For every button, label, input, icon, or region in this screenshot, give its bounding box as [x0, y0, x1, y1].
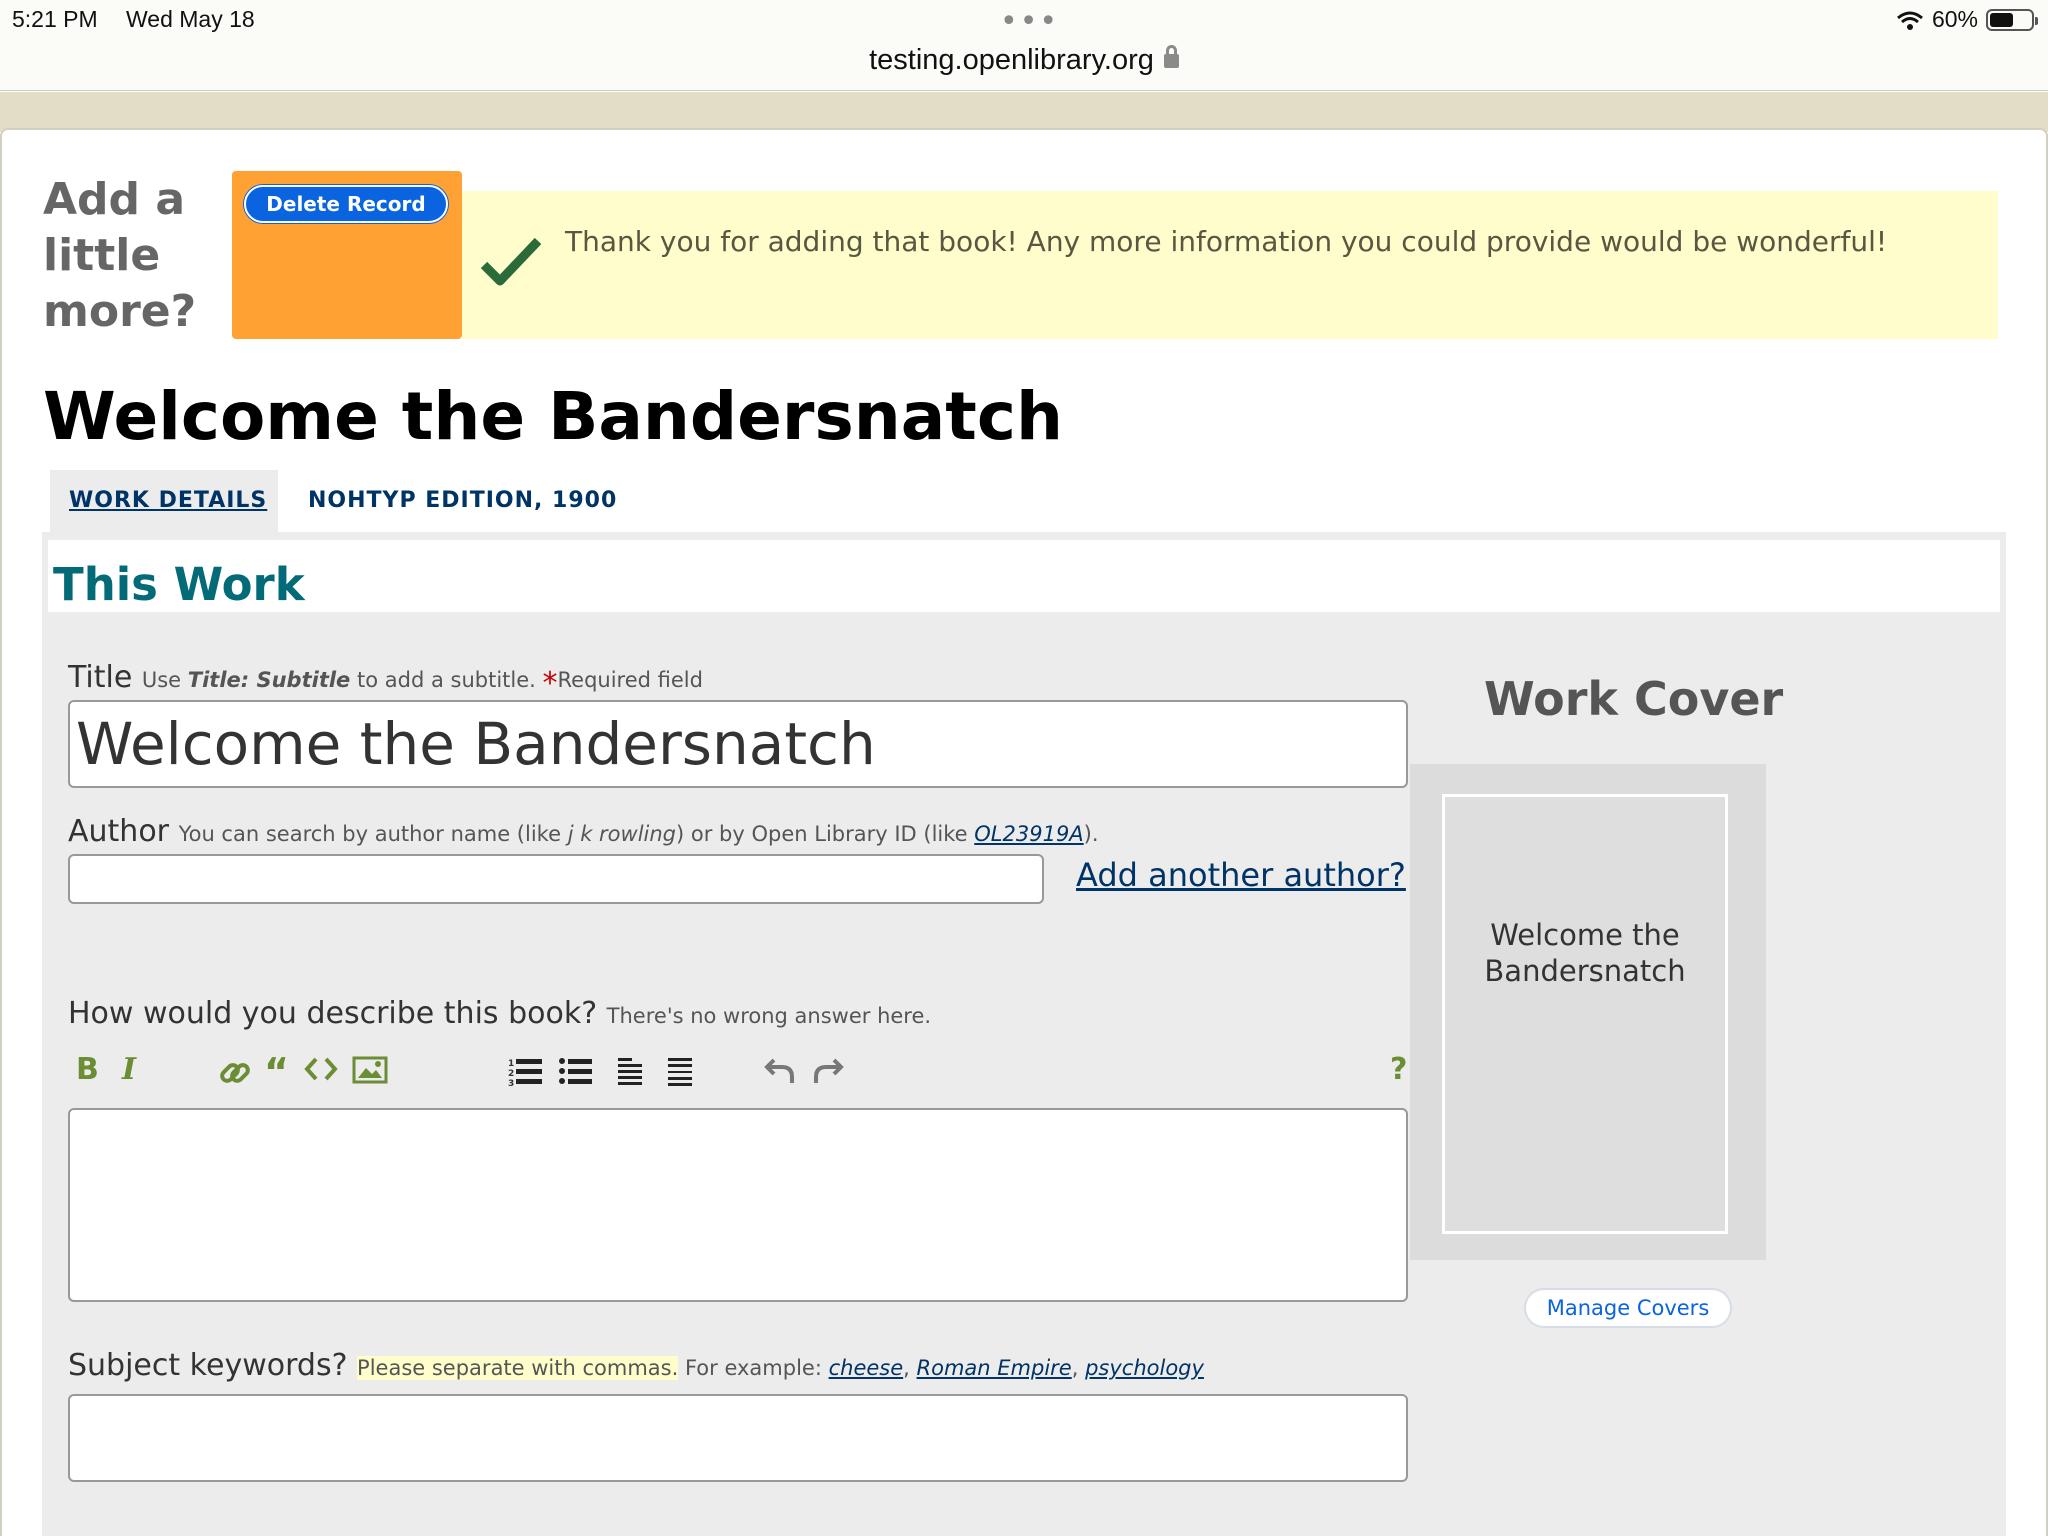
delete-record-button[interactable]: Delete Record: [244, 185, 448, 223]
status-date: Wed May 18: [126, 6, 255, 32]
subject-keywords-input[interactable]: [68, 1394, 1408, 1482]
undo-icon[interactable]: [764, 1056, 796, 1086]
description-hint: There's no wrong answer here.: [606, 1004, 932, 1028]
tab-edition[interactable]: NOHTYP EDITION, 1900: [308, 488, 617, 513]
checkmark-icon: [480, 235, 544, 295]
link-icon[interactable]: [218, 1056, 252, 1090]
author-id-example-link[interactable]: OL23919A: [974, 822, 1083, 846]
title-input-value: Welcome the Bandersnatch: [76, 710, 876, 778]
address-bar[interactable]: testing.openlibrary.org: [0, 44, 2048, 77]
lock-icon: [1163, 45, 1179, 68]
author-label-row: Author You can search by author name (li…: [68, 814, 1099, 849]
site-header-strip: [0, 92, 2048, 132]
required-text: Required field: [557, 668, 703, 692]
page-title: Welcome the Bandersnatch: [43, 378, 1063, 455]
redo-icon[interactable]: [812, 1056, 844, 1086]
subject-label: Subject keywords?: [68, 1348, 348, 1383]
bullet-list-icon[interactable]: [558, 1056, 594, 1088]
status-time: 5:21 PM: [12, 6, 98, 32]
heading-icon[interactable]: [616, 1056, 644, 1088]
svg-text:2: 2: [508, 1069, 514, 1079]
more-dots-icon[interactable]: •••: [1000, 4, 1059, 39]
subject-example-roman-empire[interactable]: Roman Empire: [917, 1356, 1072, 1380]
cover-frame: Welcome the Bandersnatch: [1410, 764, 1766, 1260]
browser-status-bar: 5:21 PM Wed May 18 ••• testing.openlibra…: [0, 0, 2048, 91]
url-text: testing.openlibrary.org: [869, 44, 1154, 76]
ordered-list-icon[interactable]: 123: [508, 1056, 544, 1088]
author-search-input[interactable]: [68, 854, 1044, 904]
description-textarea[interactable]: [68, 1108, 1408, 1302]
section-header: This Work: [48, 540, 2000, 612]
subject-example-psychology[interactable]: psychology: [1085, 1356, 1204, 1380]
admin-box: Delete Record: [232, 171, 462, 339]
add-author-link[interactable]: Add another author?: [1076, 856, 1406, 894]
description-label: How would you describe this book?: [68, 996, 598, 1031]
battery-percent: 60%: [1931, 6, 1978, 32]
description-label-row: How would you describe this book? There'…: [68, 996, 931, 1031]
flash-message: Thank you for adding that book! Any more…: [462, 191, 1998, 339]
subject-label-row: Subject keywords? Please separate with c…: [68, 1348, 1204, 1383]
section-title: This Work: [53, 558, 305, 611]
cover-placeholder[interactable]: Welcome the Bandersnatch: [1442, 794, 1728, 1234]
subject-hint: Please separate with commas. For example…: [357, 1356, 1204, 1380]
battery-icon: [1986, 8, 2038, 31]
add-more-heading: Add a little more?: [43, 174, 197, 337]
title-label: Title: [68, 660, 133, 695]
required-asterisk: *: [542, 666, 558, 701]
svg-text:3: 3: [508, 1079, 514, 1088]
quote-icon[interactable]: “: [264, 1050, 289, 1094]
author-label: Author: [68, 814, 170, 849]
help-icon[interactable]: ?: [1390, 1052, 1407, 1087]
cover-placeholder-text: Welcome the Bandersnatch: [1484, 918, 1686, 988]
title-hint: Use Title: Subtitle to add a subtitle.: [141, 668, 536, 692]
flash-text: Thank you for adding that book! Any more…: [565, 225, 1888, 258]
svg-text:1: 1: [508, 1059, 514, 1069]
wifi-icon: [1896, 10, 1924, 30]
status-right: 60%: [1896, 6, 2038, 33]
bold-icon[interactable]: B: [76, 1052, 99, 1087]
work-cover-heading: Work Cover: [1484, 672, 1784, 726]
title-label-row: Title Use Title: Subtitle to add a subti…: [68, 660, 703, 701]
image-icon[interactable]: [352, 1056, 388, 1084]
subject-example-cheese[interactable]: cheese: [829, 1356, 904, 1380]
code-icon[interactable]: [304, 1054, 338, 1084]
manage-covers-button[interactable]: Manage Covers: [1524, 1288, 1732, 1328]
edit-form-panel: This Work Title Use Title: Subtitle to a…: [42, 532, 2006, 1536]
author-hint: You can search by author name (like j k …: [178, 822, 1099, 846]
editor-toolbar: B I “ 123 ?: [68, 1050, 1408, 1094]
title-input[interactable]: Welcome the Bandersnatch: [68, 700, 1408, 788]
horizontal-rule-icon[interactable]: [666, 1056, 694, 1088]
italic-icon[interactable]: I: [122, 1052, 136, 1087]
tab-work-details[interactable]: WORK DETAILS: [50, 470, 278, 534]
